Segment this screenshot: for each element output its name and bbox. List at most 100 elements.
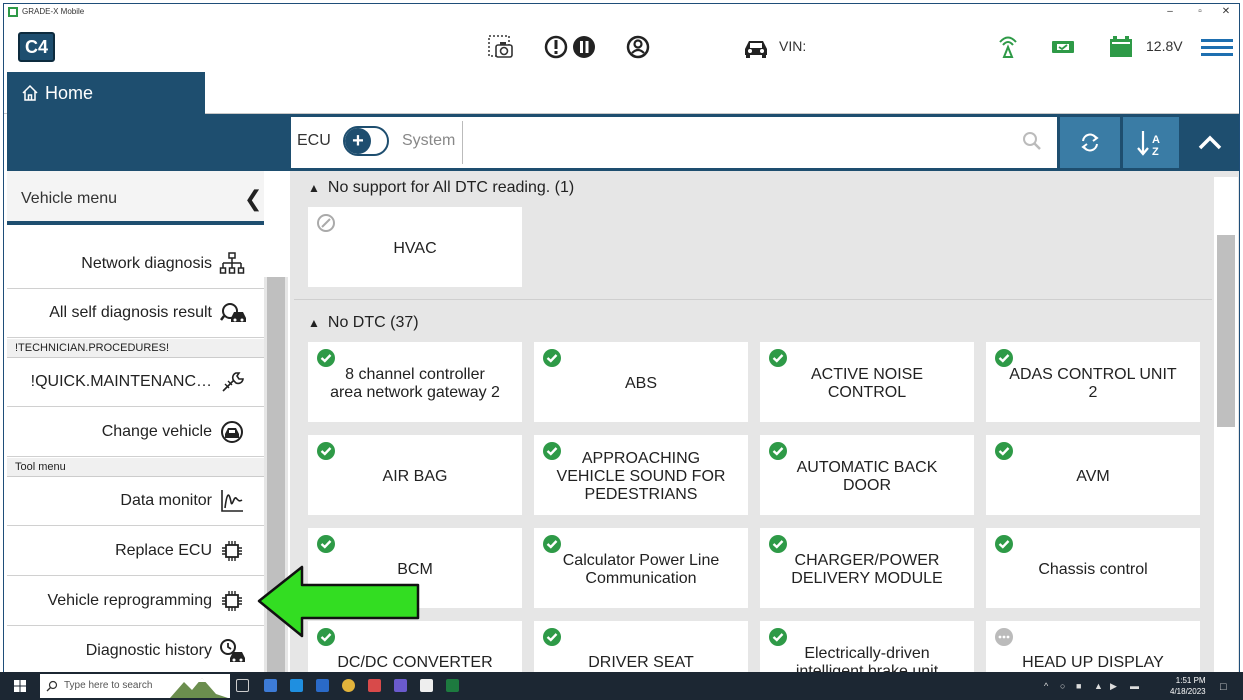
volume-icon[interactable]: ▶ bbox=[1110, 681, 1117, 692]
title-bar: GRADE-X Mobile – ▫ ✕ bbox=[4, 4, 1239, 22]
ecu-name: 8 channel controller area network gatewa… bbox=[330, 366, 500, 401]
taskbar-app-icon[interactable] bbox=[394, 679, 407, 692]
ecu-card[interactable]: ABS bbox=[534, 342, 748, 422]
main-scrollbar[interactable] bbox=[1214, 177, 1238, 675]
sidebar-item-label: Vehicle reprogramming bbox=[47, 592, 212, 609]
wifi-icon[interactable]: ▲ bbox=[1094, 681, 1103, 691]
ecu-card[interactable]: Electrically-driven intelligent brake un… bbox=[760, 621, 974, 675]
taskbar-app-icon[interactable] bbox=[368, 679, 381, 692]
sidebar-item-quick-maintenance[interactable]: !QUICK.MAINTENANC… bbox=[7, 358, 264, 407]
ecu-name: HVAC bbox=[393, 240, 437, 257]
windows-start-icon[interactable] bbox=[14, 680, 26, 692]
chip-icon bbox=[222, 591, 242, 611]
ecu-toggle-label: ECU bbox=[297, 132, 331, 149]
ecu-card[interactable]: HEAD UP DISPLAY bbox=[986, 621, 1200, 675]
excel-icon[interactable] bbox=[446, 679, 459, 692]
ecu-name: CHARGER/POWER DELIVERY MODULE bbox=[791, 552, 943, 587]
battery-icon[interactable]: ■ bbox=[1076, 681, 1081, 691]
screenshot-icon[interactable] bbox=[486, 33, 516, 61]
wireless-icon[interactable] bbox=[994, 33, 1024, 61]
ecu-card[interactable]: HVAC bbox=[308, 207, 522, 287]
sidebar-toolbar bbox=[7, 114, 288, 171]
ecu-card[interactable]: Calculator Power Line Communication bbox=[534, 528, 748, 608]
group-header-no-dtc[interactable]: ▲ No DTC (37) bbox=[308, 314, 419, 332]
app-window: GRADE-X Mobile – ▫ ✕ C4 VIN: 12.8V Home … bbox=[3, 3, 1240, 697]
pause-icon[interactable] bbox=[570, 33, 600, 61]
refresh-button[interactable] bbox=[1060, 117, 1120, 168]
car-icon bbox=[745, 41, 767, 58]
ecu-card[interactable]: DRIVER SEAT bbox=[534, 621, 748, 675]
chrome-icon[interactable] bbox=[342, 679, 355, 692]
sidebar-item-replace-ecu[interactable]: Replace ECU bbox=[7, 527, 264, 576]
ecu-name: ADAS CONTROL UNIT 2 bbox=[1009, 366, 1177, 401]
group-divider bbox=[294, 299, 1212, 300]
chevron-left-icon[interactable]: ❮ bbox=[244, 186, 262, 212]
notification-icon[interactable]: □ bbox=[1220, 681, 1227, 693]
sidebar-item-network-diagnosis[interactable]: Network diagnosis bbox=[7, 240, 264, 289]
ecu-name: AUTOMATIC BACK DOOR bbox=[796, 459, 938, 494]
ecu-card[interactable]: AUTOMATIC BACK DOOR bbox=[760, 435, 974, 515]
sidebar-item-label: Network diagnosis bbox=[81, 255, 212, 272]
sidebar-item-diagnostic-history[interactable]: Diagnostic history bbox=[7, 627, 264, 676]
ecu-card[interactable]: CHARGER/POWER DELIVERY MODULE bbox=[760, 528, 974, 608]
sidebar-item-data-monitor[interactable]: Data monitor bbox=[7, 477, 264, 526]
sidebar-item-change-vehicle[interactable]: Change vehicle bbox=[7, 408, 264, 457]
user-icon[interactable] bbox=[624, 33, 654, 61]
vehicle-menu-header[interactable]: Vehicle menu ❮ bbox=[7, 171, 264, 225]
home-tab[interactable]: Home bbox=[7, 72, 205, 114]
tray-app-icon[interactable]: ○ bbox=[1060, 681, 1065, 691]
ecu-name: AIR BAG bbox=[382, 468, 448, 485]
ecu-list-panel: ▲ No support for All DTC reading. (1) HVA… bbox=[290, 171, 1239, 675]
tray-chevron-icon[interactable]: ^ bbox=[1044, 681, 1048, 691]
close-button[interactable]: ✕ bbox=[1216, 6, 1236, 17]
wrench-icon bbox=[222, 372, 244, 392]
store-icon[interactable] bbox=[290, 679, 303, 692]
sort-az-button[interactable]: A Z bbox=[1123, 117, 1179, 168]
ecu-card[interactable]: APPROACHING VEHICLE SOUND FOR PEDESTRIAN… bbox=[534, 435, 748, 515]
ecu-card[interactable]: 8 channel controller area network gatewa… bbox=[308, 342, 522, 422]
search-divider bbox=[462, 121, 463, 164]
car-swap-icon bbox=[221, 421, 243, 443]
taskbar-app-icon[interactable] bbox=[264, 679, 277, 692]
keyboard-icon[interactable]: ▬ bbox=[1130, 681, 1139, 691]
sidebar-item-label: Replace ECU bbox=[115, 542, 212, 559]
sidebar-item-label: Diagnostic history bbox=[85, 642, 212, 659]
ecu-card[interactable]: AVM bbox=[986, 435, 1200, 515]
hamburger-menu-icon[interactable] bbox=[1200, 33, 1234, 61]
ecu-card[interactable]: ACTIVE NOISE CONTROL bbox=[760, 342, 974, 422]
group-title: No support for All DTC reading. (1) bbox=[327, 179, 575, 196]
svg-text:A: A bbox=[1152, 134, 1160, 146]
taskbar-search-placeholder: Type here to search bbox=[64, 680, 153, 691]
mail-icon[interactable] bbox=[316, 679, 329, 692]
network-icon bbox=[219, 252, 245, 274]
app-logo: C4 bbox=[18, 32, 55, 62]
ecu-name: HEAD UP DISPLAY bbox=[1022, 654, 1164, 671]
maximize-button[interactable]: ▫ bbox=[1190, 6, 1210, 17]
sidebar-item-all-self-diagnosis[interactable]: All self diagnosis result bbox=[7, 289, 264, 338]
minimize-button[interactable]: – bbox=[1160, 6, 1180, 17]
ecu-system-toggle[interactable]: + bbox=[343, 126, 389, 156]
ecu-name: ABS bbox=[624, 375, 657, 392]
main-scroll-thumb[interactable] bbox=[1217, 235, 1235, 427]
waveform-icon bbox=[221, 490, 243, 512]
ecu-card[interactable]: Chassis control bbox=[986, 528, 1200, 608]
sidebar-item-vehicle-reprogramming[interactable]: Vehicle reprogramming bbox=[7, 577, 264, 626]
ecu-card[interactable]: ADAS CONTROL UNIT 2 bbox=[986, 342, 1200, 422]
os-taskbar: Type here to search ^ ○ ■ ▲ ▶ ▬ 1:51 PM … bbox=[0, 672, 1243, 700]
pointer-arrow-icon bbox=[257, 565, 420, 638]
vehicle-sidebar: Vehicle menu ❮ Network diagnosis All sel… bbox=[7, 171, 288, 676]
search-icon[interactable] bbox=[1022, 131, 1042, 153]
clock-time: 1:51 PM bbox=[1175, 676, 1206, 685]
alert-icon[interactable] bbox=[542, 33, 572, 61]
vci-connection-icon[interactable] bbox=[1048, 33, 1078, 61]
taskbar-search[interactable]: Type here to search bbox=[40, 674, 230, 698]
vin-label: VIN: bbox=[779, 38, 807, 54]
search-input[interactable] bbox=[467, 125, 1007, 160]
clock[interactable]: 1:51 PM 4/18/2023 bbox=[1170, 675, 1206, 697]
task-view-icon[interactable] bbox=[236, 679, 249, 692]
ecu-card[interactable]: AIR BAG bbox=[308, 435, 522, 515]
group-header-no-support[interactable]: ▲ No support for All DTC reading. (1) bbox=[308, 179, 574, 197]
taskbar-app-icon[interactable] bbox=[420, 679, 433, 692]
ecu-name: ACTIVE NOISE CONTROL bbox=[810, 366, 924, 401]
collapse-button[interactable] bbox=[1182, 117, 1238, 168]
